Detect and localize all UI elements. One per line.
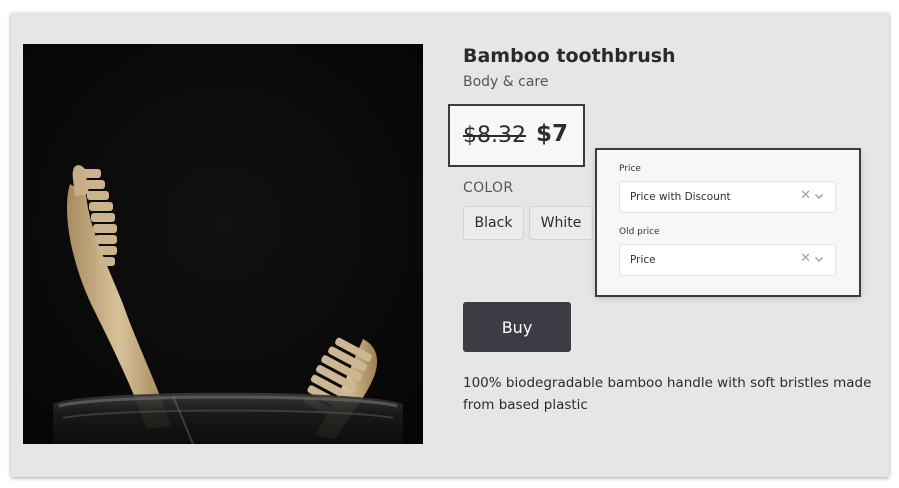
toothbrush-photo xyxy=(23,44,423,444)
color-option-black[interactable]: Black xyxy=(463,206,524,240)
discount-price: $7 xyxy=(536,121,569,147)
old-price-select[interactable]: Price ✕ xyxy=(619,244,836,276)
clear-icon[interactable]: ✕ xyxy=(800,189,811,203)
product-title: Bamboo toothbrush xyxy=(463,45,676,67)
color-label: COLOR xyxy=(463,180,514,196)
price-settings-popup: Price Price with Discount ✕ Old price Pr… xyxy=(595,148,861,297)
price-field-label: Price xyxy=(619,164,641,174)
clear-icon[interactable]: ✕ xyxy=(800,252,811,266)
price-select-value: Price with Discount xyxy=(630,191,731,203)
product-category: Body & care xyxy=(463,74,549,90)
product-image xyxy=(23,44,423,444)
product-page: Bamboo toothbrush Body & care $8.32 $7 C… xyxy=(11,13,889,477)
product-description: 100% biodegradable bamboo handle with so… xyxy=(463,375,872,413)
price-select[interactable]: Price with Discount ✕ xyxy=(619,181,836,213)
old-price-select-value: Price xyxy=(630,254,656,266)
old-price: $8.32 xyxy=(463,123,526,148)
chevron-down-icon[interactable] xyxy=(813,190,825,202)
chevron-down-icon[interactable] xyxy=(813,253,825,265)
price-highlight-box: $8.32 $7 xyxy=(448,104,585,167)
old-price-field-label: Old price xyxy=(619,227,660,237)
buy-button[interactable]: Buy xyxy=(463,302,571,352)
color-option-white[interactable]: White xyxy=(529,206,593,240)
